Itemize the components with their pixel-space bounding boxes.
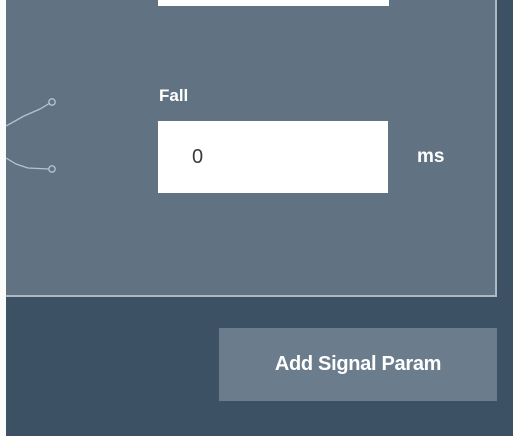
envelope-graph — [6, 98, 56, 173]
envelope-curve-upper — [6, 102, 51, 127]
envelope-node-lower[interactable] — [48, 165, 56, 173]
signal-param-panel: Fall ms — [6, 0, 497, 297]
add-signal-param-button[interactable]: Add Signal Param — [219, 328, 497, 401]
fall-unit-label: ms — [417, 146, 445, 167]
fall-input[interactable] — [158, 121, 388, 193]
envelope-node-upper[interactable] — [48, 98, 56, 106]
fall-label: Fall — [159, 86, 189, 105]
envelope-curve-lower — [6, 157, 50, 170]
previous-field-input[interactable] — [158, 0, 389, 6]
